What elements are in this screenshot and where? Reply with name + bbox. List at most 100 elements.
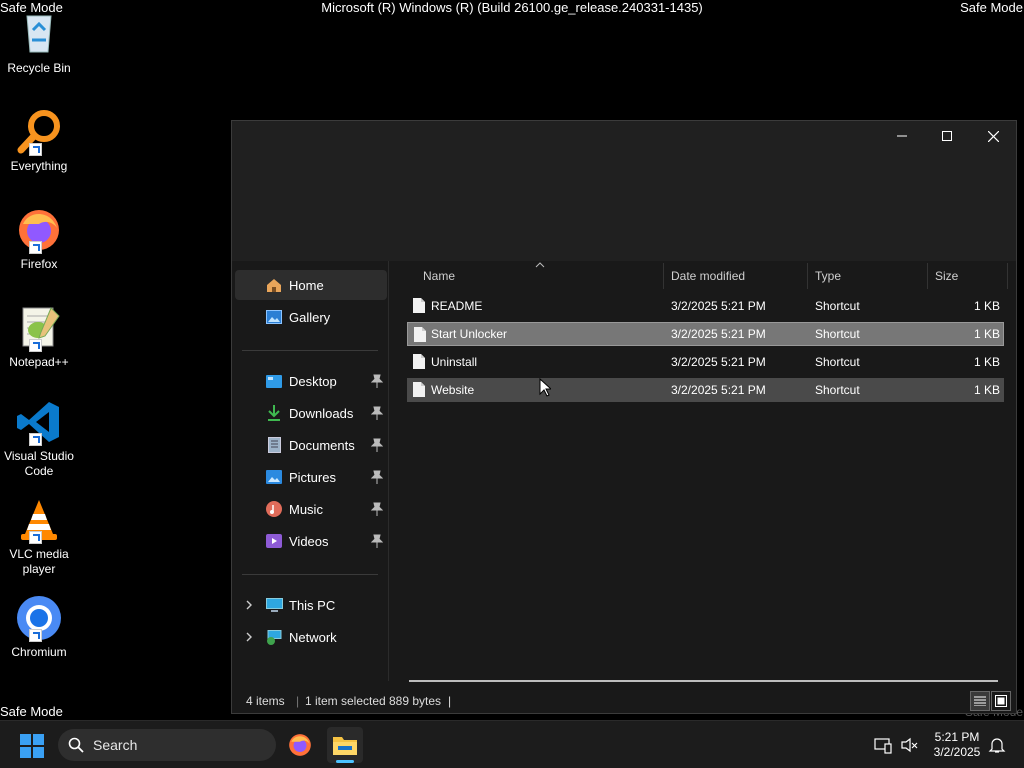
windows-start-icon[interactable] — [20, 734, 44, 758]
vscode-icon — [15, 398, 63, 446]
documents-icon — [265, 437, 283, 453]
desktop-icon-vlc[interactable]: VLC media player — [0, 496, 78, 577]
thumbnail-view-button[interactable] — [991, 691, 1011, 711]
column-header-size[interactable]: Size — [935, 261, 958, 291]
file-date: 3/2/2025 5:21 PM — [671, 355, 766, 369]
nav-item-label: Desktop — [289, 373, 337, 389]
file-name: Start Unlocker — [431, 327, 508, 341]
chevron-right-icon[interactable] — [243, 631, 255, 643]
minimize-button[interactable] — [879, 121, 925, 151]
file-size: 1 KB — [973, 355, 1000, 369]
connected-devices-icon[interactable] — [874, 736, 892, 754]
column-header-date-modified[interactable]: Date modified — [671, 261, 745, 291]
chromium-icon — [15, 594, 63, 642]
desktop-icon-chromium[interactable]: Chromium — [0, 594, 78, 660]
nav-item-gallery[interactable]: Gallery — [235, 302, 387, 332]
nav-item-label: This PC — [289, 597, 336, 613]
maximize-button[interactable] — [924, 121, 970, 151]
nav-item-label: Videos — [289, 533, 329, 549]
taskbar-clock[interactable]: 5:21 PM 3/2/2025 — [926, 730, 988, 760]
taskbar-app-file-explorer[interactable] — [327, 727, 363, 763]
taskbar-app-firefox[interactable] — [282, 727, 318, 763]
title-bar[interactable] — [232, 121, 1016, 261]
computer-icon — [265, 597, 283, 613]
nav-item-pictures[interactable]: Pictures — [235, 462, 387, 492]
notification-bell-icon[interactable] — [988, 736, 1006, 754]
nav-item-downloads[interactable]: Downloads — [235, 398, 387, 428]
file-explorer-folder-icon — [333, 737, 357, 755]
pin-icon — [371, 470, 383, 484]
file-row-readme[interactable]: README 3/2/2025 5:21 PM Shortcut 1 KB — [407, 294, 1004, 318]
pin-icon — [371, 502, 383, 516]
column-divider[interactable] — [927, 263, 928, 289]
file-size: 1 KB — [973, 327, 1000, 341]
shortcut-arrow-icon — [29, 339, 42, 352]
file-row-website[interactable]: Website 3/2/2025 5:21 PM Shortcut 1 KB — [407, 378, 1004, 402]
safe-mode-label-bottom-left: Safe Mode — [0, 704, 63, 719]
file-name: Uninstall — [431, 355, 478, 369]
nav-item-desktop[interactable]: Desktop — [235, 366, 387, 396]
nav-item-music[interactable]: Music — [235, 494, 387, 524]
shortcut-file-icon — [414, 327, 426, 342]
desktop-icon-label: VLC media player — [9, 547, 69, 576]
taskbar-search-box[interactable]: Search — [58, 729, 276, 761]
recycle-bin-icon — [15, 10, 63, 58]
desktop-icon-everything[interactable]: Everything — [0, 108, 78, 174]
nav-separator — [242, 350, 378, 351]
desktop-icon-label: Notepad++ — [9, 355, 69, 369]
file-explorer-window[interactable]: Home Gallery Desktop Downloads Documents… — [231, 120, 1017, 714]
speaker-muted-icon[interactable] — [900, 736, 918, 754]
pictures-icon — [265, 469, 283, 485]
everything-magnifier-icon — [15, 108, 63, 156]
file-name: README — [431, 299, 483, 313]
nav-item-label: Gallery — [289, 309, 331, 325]
home-icon — [265, 277, 283, 293]
status-divider: | — [296, 694, 300, 708]
shortcut-arrow-icon — [29, 629, 42, 642]
pin-icon — [371, 374, 383, 388]
nav-item-videos[interactable]: Videos — [235, 526, 387, 556]
nav-item-label: Downloads — [289, 405, 354, 421]
desktop-icon-notepad-plus-plus[interactable]: Notepad++ — [0, 304, 78, 370]
column-divider[interactable] — [663, 263, 664, 289]
status-divider: | — [448, 694, 452, 708]
nav-item-home[interactable]: Home — [235, 270, 387, 300]
column-header-type[interactable]: Type — [815, 261, 841, 291]
desktop-icon-vscode[interactable]: Visual Studio Code — [0, 398, 78, 479]
column-divider[interactable] — [1007, 263, 1008, 289]
pin-icon — [371, 438, 383, 452]
chevron-right-icon[interactable] — [243, 599, 255, 611]
maximize-icon — [942, 131, 952, 141]
nav-item-label: Music — [289, 501, 323, 517]
nav-separator — [242, 574, 378, 575]
nav-item-label: Network — [289, 629, 337, 645]
firefox-icon — [289, 734, 311, 756]
nav-item-network[interactable]: Network — [235, 622, 387, 652]
pin-icon — [371, 534, 383, 548]
details-view-button[interactable] — [970, 691, 990, 711]
clock-time: 5:21 PM — [934, 730, 980, 744]
search-placeholder: Search — [93, 737, 138, 753]
file-list-pane[interactable]: Name Date modified Type Size README 3/2/… — [390, 261, 1016, 681]
shortcut-file-icon — [413, 298, 425, 313]
file-size: 1 KB — [973, 299, 1000, 313]
clock-date: 3/2/2025 — [933, 745, 981, 759]
file-row-uninstall[interactable]: Uninstall 3/2/2025 5:21 PM Shortcut 1 KB — [407, 350, 1004, 374]
file-row-start-unlocker[interactable]: Start Unlocker 3/2/2025 5:21 PM Shortcut… — [407, 322, 1004, 346]
nav-item-documents[interactable]: Documents — [235, 430, 387, 460]
windows-build-string: Microsoft (R) Windows (R) (Build 26100.g… — [321, 0, 703, 15]
close-icon — [987, 130, 999, 142]
column-divider[interactable] — [807, 263, 808, 289]
shortcut-arrow-icon — [29, 241, 42, 254]
desktop-icon-recycle-bin[interactable]: Recycle Bin — [0, 10, 78, 76]
nav-item-this-pc[interactable]: This PC — [235, 590, 387, 620]
desktop-icon-firefox[interactable]: Firefox — [0, 206, 78, 272]
close-button[interactable] — [970, 121, 1016, 151]
horizontal-scrollbar[interactable] — [409, 680, 998, 682]
file-date: 3/2/2025 5:21 PM — [671, 299, 766, 313]
shortcut-file-icon — [413, 354, 425, 369]
videos-icon — [265, 533, 283, 549]
nav-item-label: Pictures — [289, 469, 336, 485]
navigation-pane[interactable]: Home Gallery Desktop Downloads Documents… — [232, 261, 389, 681]
column-header-name[interactable]: Name — [423, 261, 455, 291]
